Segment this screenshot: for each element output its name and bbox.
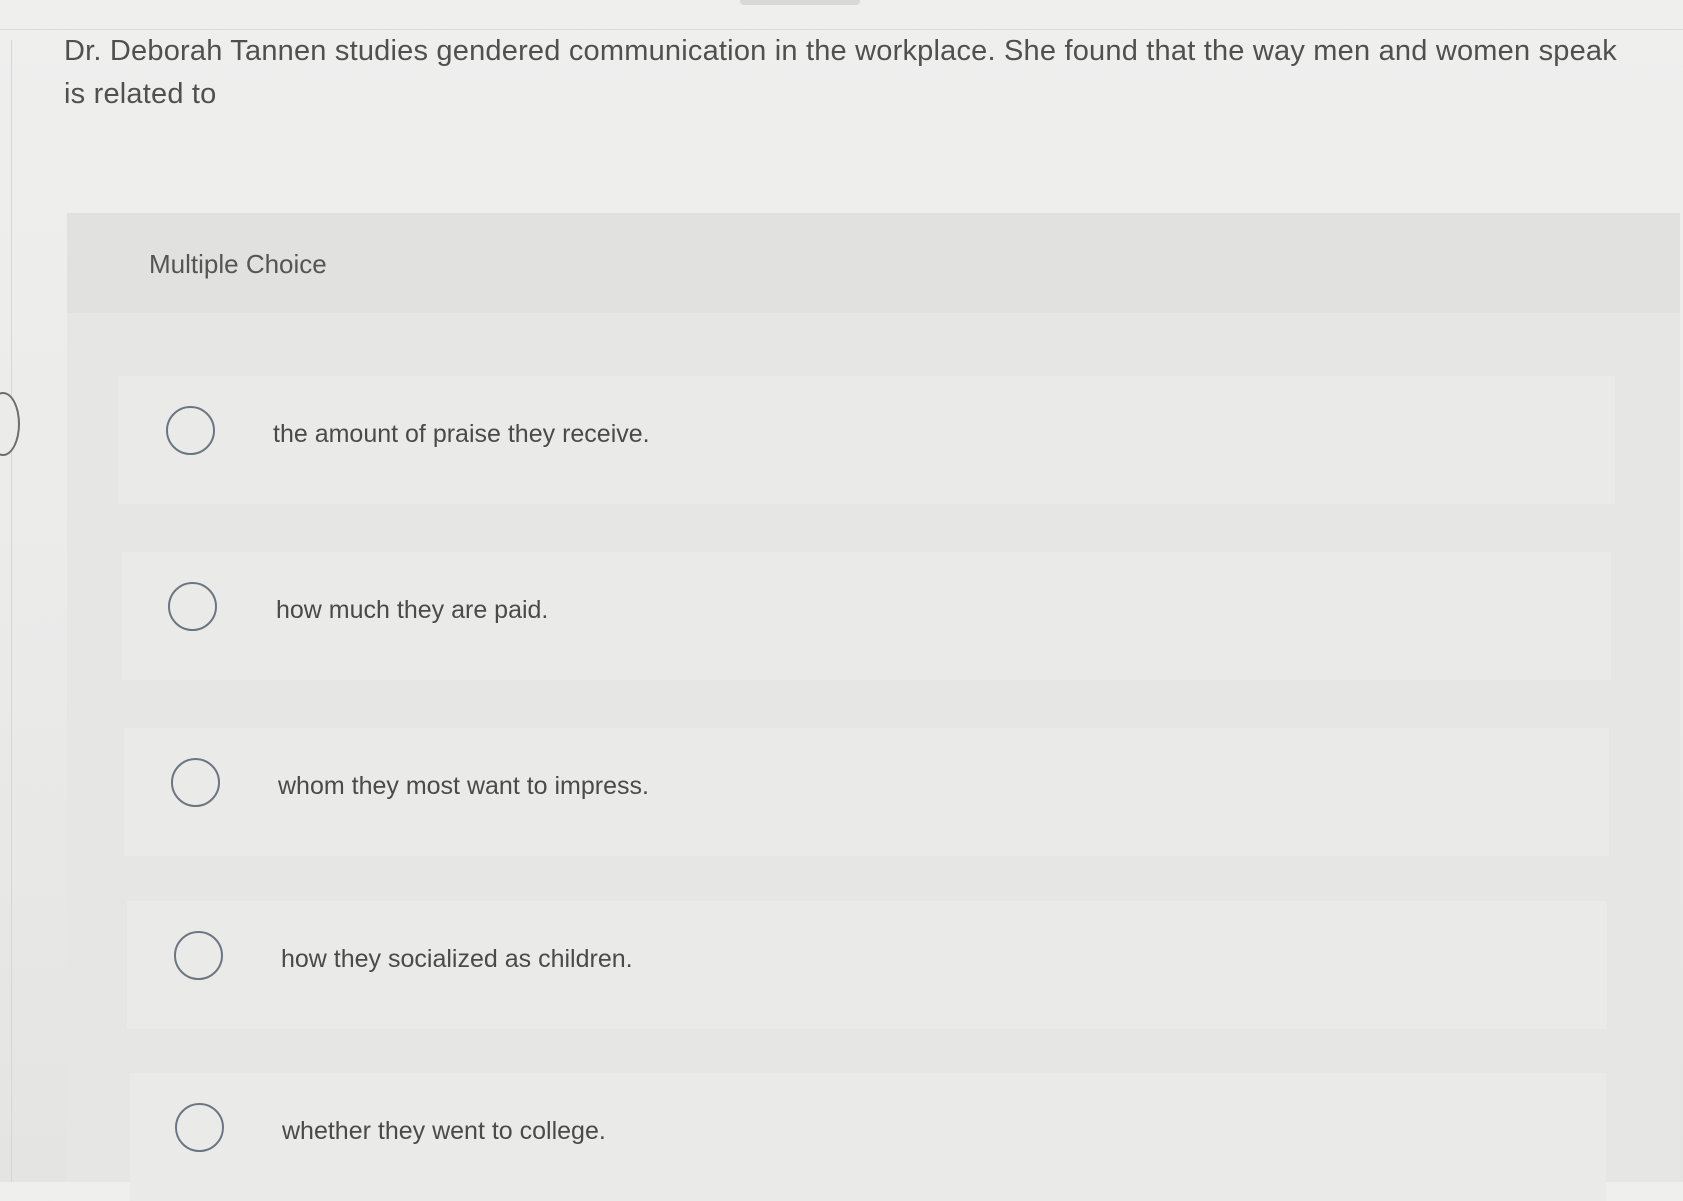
multiple-choice-label: Multiple Choice <box>149 249 327 279</box>
radio-button-icon[interactable] <box>171 758 220 807</box>
answer-option-2[interactable]: how much they are paid. <box>122 552 1611 680</box>
radio-button-icon[interactable] <box>175 1103 224 1152</box>
radio-button-icon[interactable] <box>166 406 215 455</box>
side-collapse-handle[interactable] <box>0 392 20 456</box>
answer-option-3[interactable]: whom they most want to impress. <box>124 728 1609 856</box>
answer-option-1[interactable]: the amount of praise they receive. <box>118 376 1615 504</box>
radio-button-icon[interactable] <box>168 582 217 631</box>
answer-option-label: the amount of praise they receive. <box>273 420 650 448</box>
answer-option-label: whether they went to college. <box>282 1117 606 1145</box>
answer-option-label: whom they most want to impress. <box>278 772 649 800</box>
answer-option-label: how they socialized as children. <box>281 945 633 973</box>
multiple-choice-panel: Multiple Choice the amount of praise the… <box>67 213 1680 1201</box>
top-tab-handle <box>740 0 860 5</box>
answer-option-label: how much they are paid. <box>276 596 549 624</box>
radio-button-icon[interactable] <box>174 931 223 980</box>
left-panel-edge <box>0 40 12 1182</box>
question-prompt: Dr. Deborah Tannen studies gendered comm… <box>64 35 1617 110</box>
multiple-choice-header: Multiple Choice <box>67 213 1680 313</box>
answer-option-4[interactable]: how they socialized as children. <box>127 901 1607 1029</box>
